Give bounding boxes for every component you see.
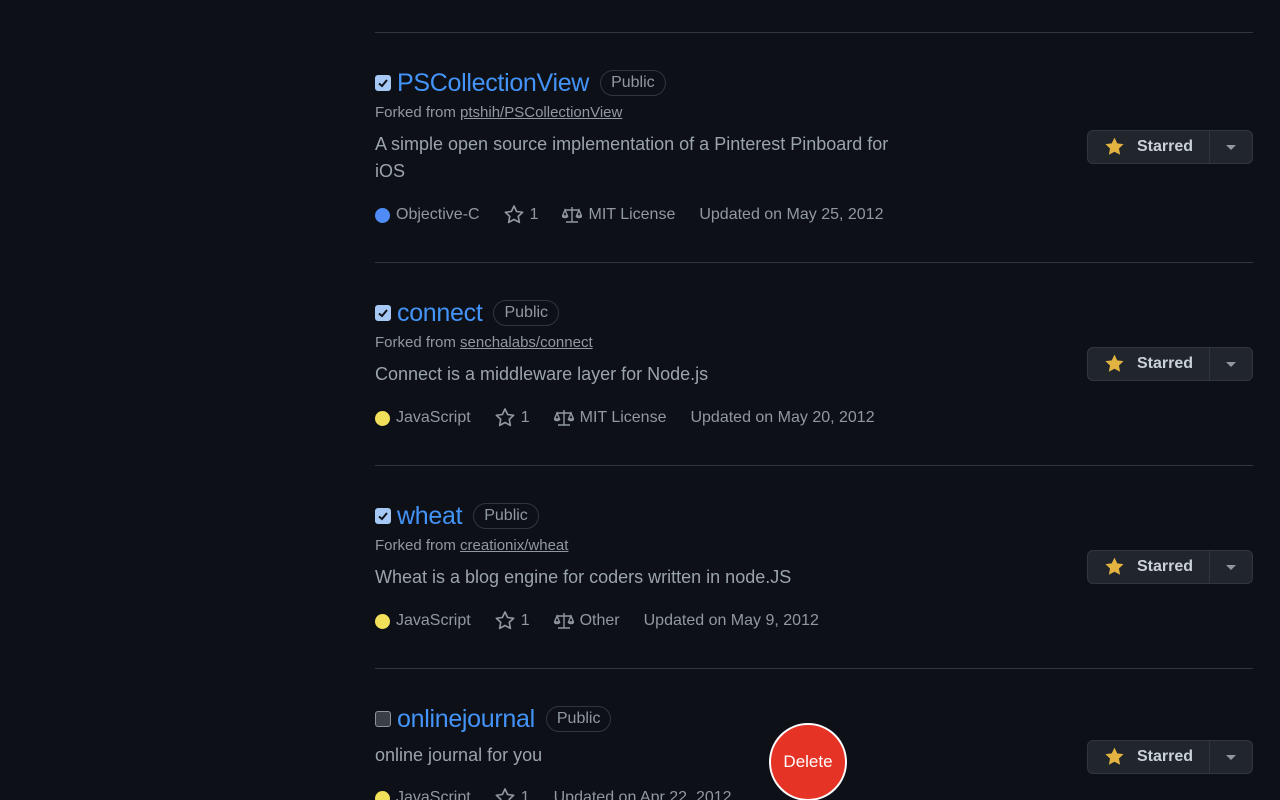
language-label: JavaScript bbox=[396, 789, 471, 800]
caret-down-icon bbox=[1226, 362, 1236, 367]
select-checkbox[interactable] bbox=[375, 508, 391, 524]
starred-repos-page: PSCollectionView Public Forked from ptsh… bbox=[0, 0, 1280, 800]
star-outline-icon bbox=[495, 408, 515, 427]
starred-label: Starred bbox=[1136, 355, 1193, 372]
star-button-group: Starred bbox=[1087, 740, 1253, 774]
star-button-group: Starred bbox=[1087, 550, 1253, 584]
stargazers-link[interactable]: 1 bbox=[504, 205, 539, 225]
forked-source-link[interactable]: senchalabs/connect bbox=[460, 334, 593, 351]
star-list-dropdown[interactable] bbox=[1210, 551, 1252, 583]
star-outline-icon bbox=[495, 611, 515, 630]
divider bbox=[375, 465, 1253, 466]
visibility-badge: Public bbox=[545, 706, 612, 732]
star-button-group: Starred bbox=[1087, 130, 1253, 164]
starred-button[interactable]: Starred bbox=[1088, 348, 1210, 380]
visibility-badge: Public bbox=[473, 503, 539, 529]
repo-meta: JavaScript 1 MIT License Updated on May … bbox=[375, 407, 1253, 429]
law-icon bbox=[553, 613, 574, 629]
language-color-dot bbox=[375, 410, 390, 426]
star-outline-icon bbox=[504, 205, 524, 224]
star-count: 1 bbox=[520, 789, 530, 800]
select-checkbox[interactable] bbox=[375, 75, 391, 91]
license: MIT License bbox=[553, 409, 667, 427]
language-color-dot bbox=[375, 207, 390, 223]
repo-description: A simple open source implementation of a… bbox=[375, 134, 889, 181]
license: MIT License bbox=[562, 206, 675, 224]
repo-item: PSCollectionView Public Forked from ptsh… bbox=[375, 68, 1253, 226]
repo-item: wheat Public Forked from creationix/whea… bbox=[375, 501, 1253, 632]
language: JavaScript bbox=[375, 409, 471, 427]
star-list-dropdown[interactable] bbox=[1210, 348, 1252, 380]
visibility-badge: Public bbox=[493, 300, 560, 326]
repo-meta: JavaScript 1 Other Updated on May 9, 201… bbox=[375, 610, 1253, 632]
language: JavaScript bbox=[375, 612, 471, 630]
repo-name-link[interactable]: onlinejournal bbox=[397, 705, 535, 734]
updated-date: Updated on May 9, 2012 bbox=[643, 612, 819, 629]
starred-button[interactable]: Starred bbox=[1088, 551, 1210, 583]
repo-item: connect Public Forked from senchalabs/co… bbox=[375, 298, 1253, 429]
forked-source-link[interactable]: creationix/wheat bbox=[460, 537, 568, 554]
star-count: 1 bbox=[520, 612, 530, 629]
star-filled-icon bbox=[1105, 354, 1124, 372]
forked-prefix: Forked from bbox=[375, 537, 461, 554]
updated-date: Updated on May 20, 2012 bbox=[690, 409, 875, 426]
stargazers-link[interactable]: 1 bbox=[495, 611, 530, 631]
divider bbox=[375, 32, 1253, 33]
language-label: Objective-C bbox=[396, 206, 480, 223]
select-checkbox[interactable] bbox=[375, 711, 391, 727]
star-count: 1 bbox=[520, 409, 530, 426]
updated-date: Updated on May 25, 2012 bbox=[699, 206, 884, 223]
star-filled-icon bbox=[1105, 747, 1124, 765]
repo-description: Connect is a middleware layer for Node.j… bbox=[375, 364, 709, 384]
starred-label: Starred bbox=[1136, 558, 1193, 575]
star-filled-icon bbox=[1105, 557, 1124, 575]
repo-description: Wheat is a blog engine for coders writte… bbox=[375, 567, 792, 587]
license-label: Other bbox=[579, 612, 620, 629]
delete-button[interactable]: Delete bbox=[769, 723, 847, 800]
repo-title-row: PSCollectionView Public bbox=[375, 68, 1253, 98]
license-label: MIT License bbox=[579, 409, 667, 426]
starred-button[interactable]: Starred bbox=[1088, 741, 1210, 773]
language: Objective-C bbox=[375, 206, 480, 224]
starred-label: Starred bbox=[1136, 748, 1193, 765]
star-count: 1 bbox=[529, 206, 539, 223]
updated-date: Updated on Apr 22, 2012 bbox=[553, 789, 732, 800]
visibility-badge: Public bbox=[600, 70, 666, 96]
repo-title-row: wheat Public bbox=[375, 501, 1253, 531]
caret-down-icon bbox=[1226, 755, 1236, 760]
star-list-dropdown[interactable] bbox=[1210, 741, 1252, 773]
law-icon bbox=[553, 410, 574, 426]
repo-name-link[interactable]: wheat bbox=[397, 502, 463, 531]
star-filled-icon bbox=[1105, 137, 1124, 155]
law-icon bbox=[562, 207, 583, 223]
language: JavaScript bbox=[375, 789, 471, 800]
starred-label: Starred bbox=[1136, 138, 1193, 155]
repo-title-row: connect Public bbox=[375, 298, 1253, 328]
repo-name-link[interactable]: PSCollectionView bbox=[397, 69, 589, 98]
repo-meta: Objective-C 1 MIT License Updated on May… bbox=[375, 204, 1253, 226]
divider bbox=[375, 668, 1253, 669]
language-color-dot bbox=[375, 790, 390, 800]
forked-prefix: Forked from bbox=[375, 104, 461, 121]
caret-down-icon bbox=[1226, 145, 1236, 150]
forked-prefix: Forked from bbox=[375, 334, 461, 351]
license-label: MIT License bbox=[588, 206, 676, 223]
caret-down-icon bbox=[1226, 565, 1236, 570]
license: Other bbox=[553, 612, 620, 630]
forked-source-link[interactable]: ptshih/PSCollectionView bbox=[460, 104, 622, 121]
starred-button[interactable]: Starred bbox=[1088, 131, 1210, 163]
repo-name-link[interactable]: connect bbox=[397, 299, 483, 328]
language-label: JavaScript bbox=[396, 409, 471, 426]
forked-from: Forked from ptshih/PSCollectionView bbox=[375, 104, 1253, 124]
star-list-dropdown[interactable] bbox=[1210, 131, 1252, 163]
stargazers-link[interactable]: 1 bbox=[495, 788, 530, 800]
language-label: JavaScript bbox=[396, 612, 471, 629]
divider bbox=[375, 262, 1253, 263]
select-checkbox[interactable] bbox=[375, 305, 391, 321]
star-button-group: Starred bbox=[1087, 347, 1253, 381]
stargazers-link[interactable]: 1 bbox=[495, 408, 530, 428]
star-outline-icon bbox=[495, 788, 515, 800]
language-color-dot bbox=[375, 613, 390, 629]
